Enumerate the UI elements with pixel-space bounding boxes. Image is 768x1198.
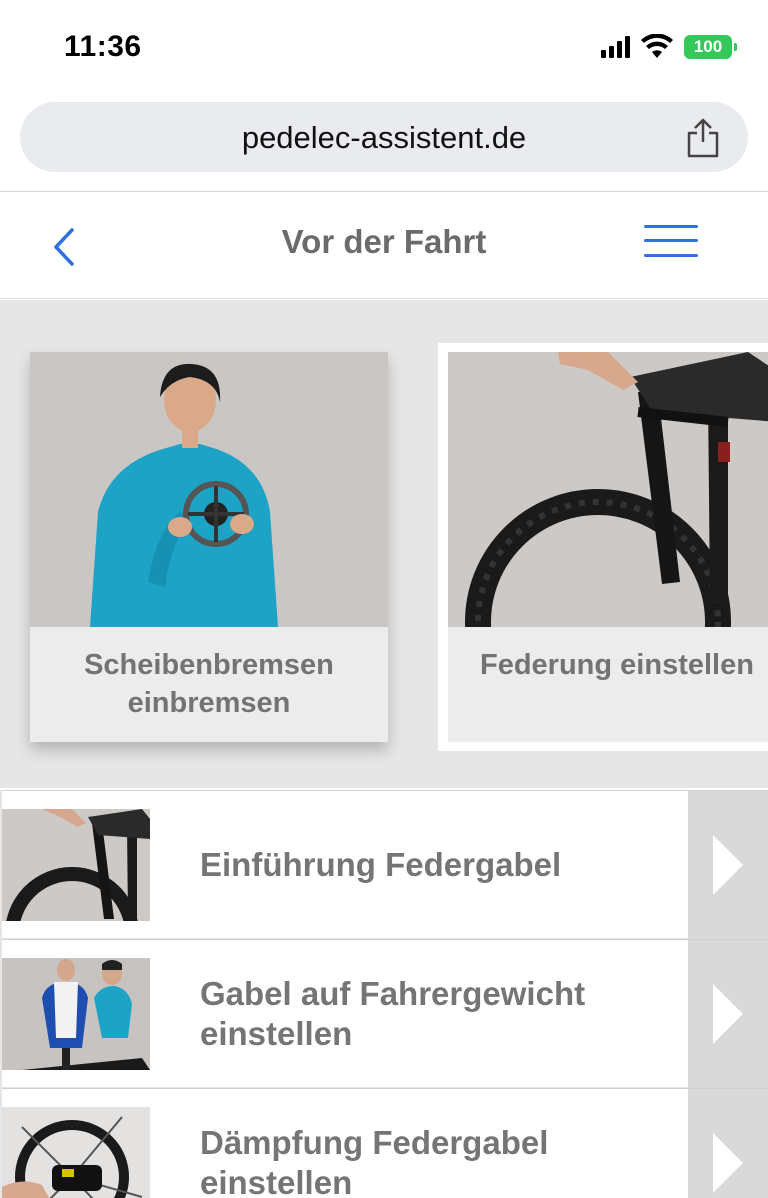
list-item-arrow[interactable] (688, 1089, 768, 1198)
browser-bar: pedelec-assistent.de (0, 96, 768, 192)
list-item-title: Dämpfung Federgabel einstellen (200, 1124, 549, 1198)
video-list: Einführung Federgabel Gabel auf Fahrerge… (0, 790, 768, 1198)
carousel-card-label: Scheibenbremsen einbremsen (84, 649, 334, 719)
carousel-card-suspension[interactable]: Federung einstellen (438, 343, 768, 751)
video-thumbnail (448, 352, 768, 627)
wifi-icon (641, 34, 673, 58)
hamburger-menu-icon[interactable] (644, 223, 698, 259)
battery-icon: 100 (684, 35, 737, 59)
list-item-fork-weight[interactable]: Gabel auf Fahrergewicht einstellen (2, 939, 768, 1088)
address-bar[interactable]: pedelec-assistent.de (20, 102, 748, 172)
url-text: pedelec-assistent.de (241, 120, 527, 155)
list-item-title: Einführung Federgabel (200, 846, 562, 883)
list-item-arrow[interactable] (688, 791, 768, 939)
carousel-card-disc-brakes[interactable]: Scheibenbremsen einbremsen (30, 352, 388, 742)
video-carousel[interactable]: Scheibenbremsen einbremsen Federung eins… (0, 300, 768, 788)
chevron-right-icon (713, 984, 743, 1044)
carousel-card-label: Federung einstellen (480, 649, 754, 681)
signal-icon (601, 36, 630, 58)
list-item-thumbnail (2, 1107, 150, 1198)
list-item-fork-damping[interactable]: Dämpfung Federgabel einstellen (2, 1088, 768, 1198)
list-item-fork-intro[interactable]: Einführung Federgabel (2, 790, 768, 939)
share-icon[interactable] (684, 118, 722, 158)
list-item-arrow[interactable] (688, 940, 768, 1088)
status-bar: 11:36 100 (0, 0, 768, 96)
battery-level: 100 (693, 37, 723, 56)
status-icons: 100 (601, 34, 737, 60)
app-header: Vor der Fahrt (0, 193, 768, 299)
list-item-thumbnail (2, 958, 150, 1070)
list-item-thumbnail (2, 809, 150, 921)
status-time: 11:36 (64, 30, 142, 63)
video-thumbnail (30, 352, 388, 627)
chevron-right-icon (713, 835, 743, 895)
list-item-title: Gabel auf Fahrergewicht einstellen (200, 975, 586, 1052)
chevron-right-icon (713, 1133, 743, 1193)
